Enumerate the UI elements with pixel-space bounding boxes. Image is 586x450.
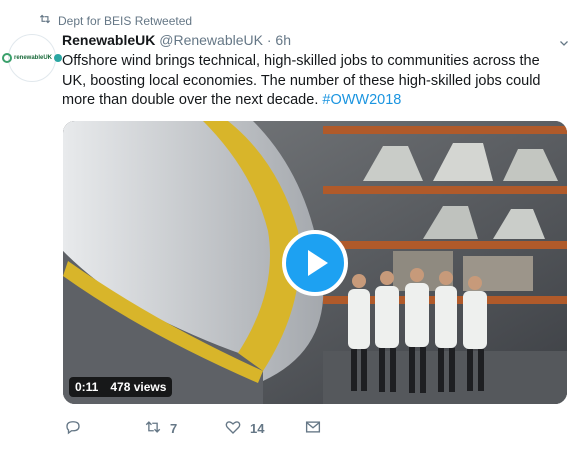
separator: · [266, 32, 272, 48]
hashtag-link[interactable]: #OWW2018 [322, 92, 401, 108]
reply-icon [64, 418, 82, 439]
chevron-down-icon [558, 36, 570, 53]
retweet-button[interactable]: 7 [144, 418, 177, 439]
reply-button[interactable] [64, 418, 90, 439]
tweet-body: Offshore wind brings technical, high-ski… [62, 53, 541, 108]
avatar-logo-text: renewableUK [14, 55, 53, 61]
tweet-header: RenewableUK @RenewableUK · 6h [62, 32, 291, 48]
video-info-badge: 0:11 478 views [69, 377, 173, 397]
retweet-context[interactable]: Dept for BEIS Retweeted [38, 12, 192, 29]
like-icon [224, 418, 242, 439]
renewableuk-logo: renewableUK [2, 53, 63, 63]
play-icon [308, 250, 328, 276]
retweet-icon [38, 12, 52, 29]
video-duration: 0:11 [75, 380, 99, 394]
tweet-text: Offshore wind brings technical, high-ski… [62, 52, 567, 111]
message-icon [304, 418, 322, 439]
avatar[interactable]: renewableUK [2, 34, 63, 82]
tweet-actions: 7 14 [64, 418, 364, 440]
retweeted-by-label[interactable]: Dept for BEIS Retweeted [58, 14, 192, 28]
retweet-count: 7 [170, 421, 178, 436]
like-count: 14 [250, 421, 265, 436]
direct-message-button[interactable] [304, 418, 322, 439]
like-button[interactable]: 14 [224, 418, 264, 439]
play-button[interactable] [282, 230, 348, 296]
retweet-icon [144, 418, 162, 439]
user-handle[interactable]: @RenewableUK [159, 32, 263, 48]
video-views: 478 views [110, 380, 167, 394]
display-name[interactable]: RenewableUK [62, 32, 155, 48]
timestamp[interactable]: 6h [275, 32, 291, 48]
